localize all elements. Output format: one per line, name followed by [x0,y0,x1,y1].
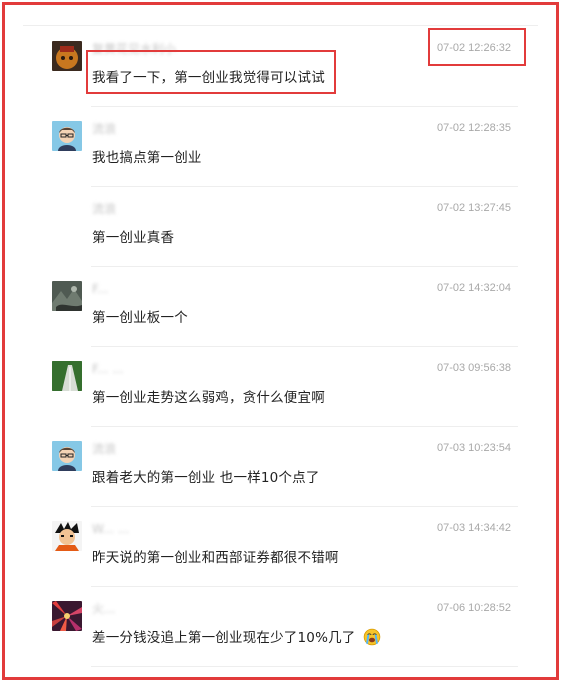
comment-time: 07-02 14:32:04 [436,282,511,294]
anime-character-avatar-icon [52,521,82,551]
comment-text: 我也搞点第一创业 [92,150,202,166]
red-rays-avatar-icon [52,601,82,631]
cartoon-glasses-avatar-icon [52,441,82,471]
comment-text-content: 差一分钱没追上第一创业现在少了10%几了 [92,630,356,646]
comment-text: 差一分钱没追上第一创业现在少了10%几了 [92,626,381,646]
comment-thread-frame: 复黄花见水利小 07-02 12:26:32 我看了一下，第一创业我觉得可以试试… [2,2,559,680]
comment-item: 流浪 07-03 10:23:54 跟着老大的第一创业 也一样10个点了 [5,427,556,507]
comment-item: F... ... 07-03 09:56:38 第一创业走势这么弱鸡，贪什么便宜… [5,347,556,427]
road-avatar-icon [52,361,82,391]
comment-item: 火... 07-06 10:28:52 差一分钱没追上第一创业现在少了10%几了 [5,587,556,667]
user-avatar[interactable] [52,361,82,391]
username[interactable]: W... ... [92,521,129,537]
user-avatar[interactable] [52,521,82,551]
top-divider [23,25,538,26]
comment-item: 流浪 07-02 13:27:45 第一创业真香 [5,187,556,267]
comment-item: 流浪 07-02 12:28:35 我也搞点第一创业 [5,107,556,187]
comment-item: W... ... 07-03 14:34:42 昨天说的第一创业和西部证券都很不… [5,507,556,587]
comment-text: 第一创业真香 [92,230,175,246]
user-avatar[interactable] [52,601,82,631]
comment-time: 07-06 10:28:52 [436,602,511,614]
username[interactable]: 火... [92,601,115,617]
comment-text: 第一创业板一个 [92,310,188,326]
comment-time: 07-03 14:34:42 [436,522,511,534]
username[interactable]: F... [92,281,108,297]
cartoon-glasses-avatar-icon [52,121,82,151]
dark-character-avatar-icon [52,41,82,71]
username[interactable]: F... ... [92,361,124,377]
comment-text: 跟着老大的第一创业 也一样10个点了 [92,470,320,486]
user-avatar[interactable] [52,41,82,71]
comment-time: 07-03 10:23:54 [436,442,511,454]
username[interactable]: 流浪 [92,441,116,457]
comment-list: 复黄花见水利小 07-02 12:26:32 我看了一下，第一创业我觉得可以试试… [5,27,556,667]
landscape-avatar-icon [52,281,82,311]
comment-time: 07-02 13:27:45 [436,202,511,214]
username[interactable]: 流浪 [92,121,116,137]
comment-text: 第一创业走势这么弱鸡，贪什么便宜啊 [92,390,325,406]
comment-time: 07-02 12:28:35 [436,122,511,134]
username[interactable]: 流浪 [92,201,116,217]
username[interactable]: 复黄花见水利小 [92,41,176,57]
comment-item: F... 07-02 14:32:04 第一创业板一个 [5,267,556,347]
crying-face-emoji-icon [363,628,381,646]
comment-text: 我看了一下，第一创业我觉得可以试试 [92,70,325,86]
user-avatar[interactable] [52,281,82,311]
comment-time: 07-03 09:56:38 [436,362,511,374]
user-avatar[interactable] [52,121,82,151]
comment-time: 07-02 12:26:32 [436,42,511,54]
user-avatar[interactable] [52,441,82,471]
comment-text: 昨天说的第一创业和西部证券都很不错啊 [92,550,339,566]
comment-item: 复黄花见水利小 07-02 12:26:32 我看了一下，第一创业我觉得可以试试 [5,27,556,107]
